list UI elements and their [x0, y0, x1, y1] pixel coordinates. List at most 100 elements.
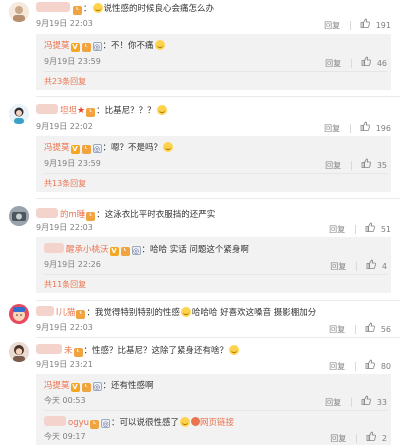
comment-text: 说性感的时候良心会痛怎么办 [103, 4, 215, 14]
like-count: 191 [375, 21, 391, 30]
like-count: 4 [381, 262, 387, 271]
thumbs-up-icon[interactable] [361, 56, 372, 66]
avatar[interactable] [9, 206, 29, 226]
thumbs-up-icon[interactable] [366, 431, 377, 441]
comment-date: 9月19日 23:21 [36, 360, 93, 369]
avatar[interactable] [9, 2, 29, 22]
like-count: 46 [376, 59, 387, 68]
username[interactable]: 的m睡 [60, 210, 85, 220]
web-link[interactable]: 网页链接 [200, 418, 234, 428]
divider [36, 337, 400, 338]
expand-replies-link[interactable]: 共23条回复 [44, 76, 86, 87]
thumbs-up-icon[interactable] [360, 18, 371, 28]
reply-date: 今天 09:17 [44, 432, 86, 441]
reply-text: 嗯？不是吗？ [111, 143, 163, 153]
divider [36, 198, 400, 199]
vip-icon: ◎ [92, 382, 102, 391]
comment-text: 这泳衣比平时衣服挡的还严实 [104, 210, 216, 220]
reply-date: 9月19日 22:26 [44, 260, 101, 269]
emoji-icon [180, 307, 191, 317]
level-badge: ᴸ [73, 6, 82, 15]
emoji-icon [92, 3, 103, 13]
comment-text: 性感？比基尼？这除了紧身还有啥？ [92, 346, 229, 356]
like-count: 80 [380, 362, 391, 371]
comment-date: 9月19日 22:03 [36, 323, 93, 332]
reply-thread: 冯提莫 Vᴸ ◎ ：嗯？不是吗？ 9月19日 23:59 回复 35 共13条回复 [36, 136, 391, 192]
divider [36, 300, 400, 301]
level-badge: ᴸ [86, 212, 96, 221]
like-count: 196 [375, 124, 391, 133]
username[interactable]: 坦坦 [60, 106, 77, 116]
reply-username[interactable]: 醒承小桃沃 [66, 245, 109, 255]
comment-date: 9月19日 22:03 [36, 19, 93, 28]
reply-button[interactable]: 回复 [329, 224, 345, 235]
like-count: 35 [376, 161, 387, 170]
like-count: 56 [380, 325, 391, 334]
reply-button[interactable]: 回复 [329, 324, 345, 335]
thumbs-up-icon[interactable] [365, 359, 376, 369]
reply-button[interactable]: 回复 [324, 20, 340, 31]
level-badge: ᴸ [90, 420, 100, 429]
thumbs-up-icon[interactable] [366, 259, 377, 269]
reply-username[interactable]: 冯提莫 [44, 381, 70, 391]
verified-icon: V [70, 145, 80, 154]
username[interactable]: 未 [64, 346, 73, 356]
vip-icon: ◎ [92, 42, 102, 51]
reply-date: 今天 00:53 [44, 396, 86, 405]
comment-text: 我觉得特别特别的性感 [94, 308, 180, 318]
emoji-icon [156, 105, 167, 115]
level-badge: ᴸ [76, 310, 86, 319]
like-count: 33 [376, 398, 387, 407]
like-count: 51 [380, 225, 391, 234]
username-blurred[interactable] [36, 2, 70, 12]
comment-date: 9月19日 22:02 [36, 122, 93, 131]
star-icon: ★ [77, 106, 86, 116]
reply-button[interactable]: 回复 [324, 123, 340, 134]
reply-button[interactable]: 回复 [330, 433, 346, 444]
emoji-icon [180, 417, 191, 427]
divider [36, 96, 400, 97]
reply-username[interactable]: ogyu [68, 418, 89, 428]
thumbs-up-icon[interactable] [361, 395, 372, 405]
level-badge: ᴸ [120, 247, 130, 256]
emoji-icon [154, 40, 165, 50]
verified-icon: V [70, 383, 80, 392]
expand-replies-link[interactable]: 共11条回复 [44, 279, 86, 290]
reply-text: 可以说很性感了 [119, 418, 180, 428]
reply-button[interactable]: 回复 [325, 58, 341, 69]
avatar[interactable] [9, 304, 29, 324]
link-icon[interactable] [191, 417, 201, 426]
reply-username[interactable]: 冯提莫 [44, 41, 70, 51]
reply-button[interactable]: 回复 [325, 397, 341, 408]
thumbs-up-icon[interactable] [360, 121, 371, 131]
reply-button[interactable]: 回复 [325, 160, 341, 171]
expand-replies-link[interactable]: 共13条回复 [44, 178, 86, 189]
emoji-icon [229, 345, 240, 355]
emoji-icon [163, 142, 174, 152]
avatar[interactable] [9, 342, 29, 362]
reply-date: 9月19日 23:59 [44, 57, 101, 66]
reply-username[interactable]: 冯提莫 [44, 143, 70, 153]
username[interactable]: l儿猫 [56, 308, 75, 318]
reply-thread: 冯提莫 Vᴸ ◎ ：还有性感啊 今天 00:53 回复 33 ogyu ᴸ ◎ ：可以说很性… [36, 374, 391, 445]
reply-date: 9月19日 23:59 [44, 159, 101, 168]
level-badge: ᴸ [81, 383, 91, 392]
comment-text: 比基尼？？？ [104, 106, 156, 116]
level-badge: ᴸ [73, 348, 83, 357]
thumbs-up-icon[interactable] [361, 158, 372, 168]
level-badge: ᴸ [81, 43, 91, 52]
reply-text: 哈哈 实话 问题这个紧身啊 [150, 245, 249, 255]
verified-icon: V [109, 247, 119, 256]
vip-icon: ◎ [101, 419, 111, 428]
thumbs-up-icon[interactable] [365, 322, 376, 332]
comment-date: 9月19日 22:03 [36, 223, 93, 232]
like-count: 2 [381, 434, 387, 443]
thumbs-up-icon[interactable] [365, 222, 376, 232]
reply-text: 还有性感啊 [111, 381, 154, 391]
vip-icon: ◎ [92, 144, 102, 153]
reply-button[interactable]: 回复 [329, 361, 345, 372]
reply-button[interactable]: 回复 [330, 261, 346, 272]
comment-text-continued: 哈哈哈 好喜欢这嗓音 摄影棚加分 [191, 308, 317, 318]
avatar[interactable] [9, 104, 29, 124]
level-badge: ᴸ [81, 145, 91, 154]
